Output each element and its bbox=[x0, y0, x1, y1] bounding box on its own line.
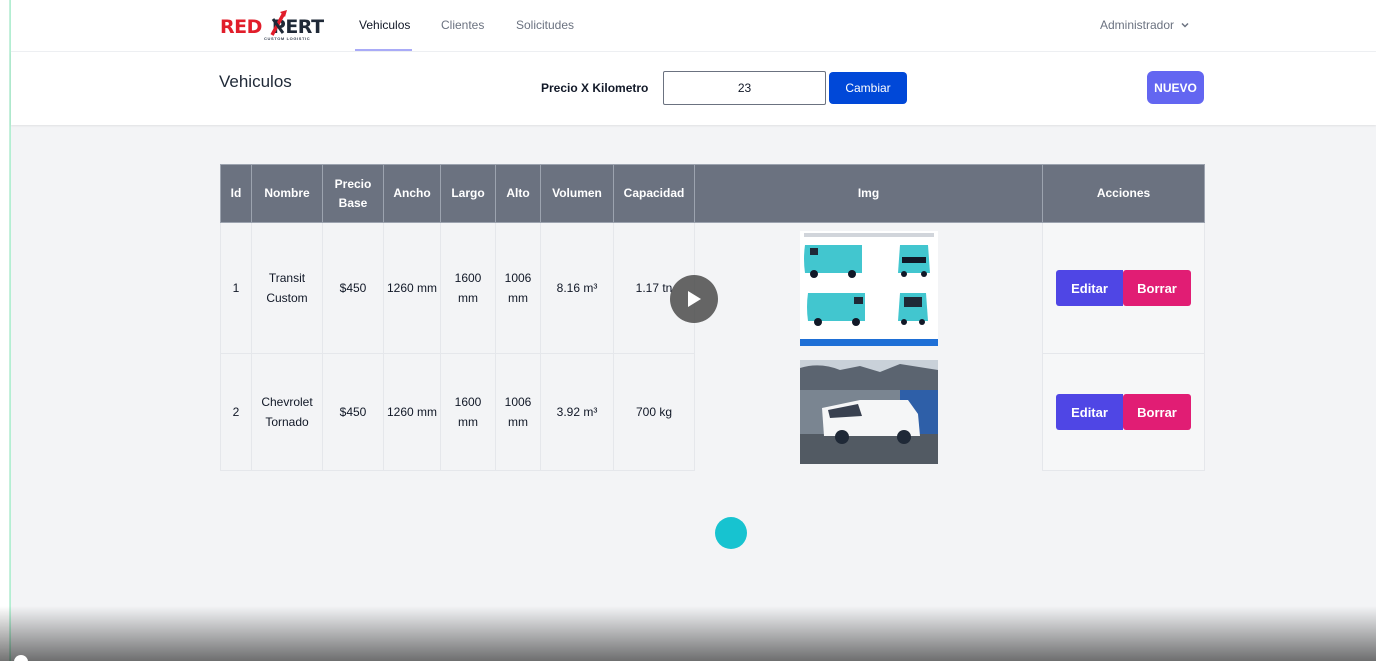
price-per-km-label: Precio X Kilometro bbox=[541, 81, 649, 95]
edit-button[interactable]: Editar bbox=[1056, 270, 1123, 306]
cell-id: 2 bbox=[220, 353, 252, 471]
cursor-indicator bbox=[715, 517, 747, 549]
table-row: 2 Chevrolet Tornado $450 1260 mm 1600 mm… bbox=[220, 353, 1205, 471]
cell-image bbox=[694, 222, 1043, 354]
cell-name: Transit Custom bbox=[251, 222, 323, 354]
user-name: Administrador bbox=[1100, 18, 1175, 32]
cell-volume: 3.92 m³ bbox=[540, 353, 614, 471]
nav-solicitudes[interactable]: Solicitudes bbox=[516, 18, 574, 32]
nav-clientes[interactable]: Clientes bbox=[441, 18, 484, 32]
cell-actions: Editar Borrar bbox=[1042, 353, 1205, 471]
vehicles-table: Id Nombre Precio Base Ancho Largo Alto V… bbox=[220, 164, 1205, 471]
video-controls-overlay bbox=[0, 606, 1376, 661]
brand-logo[interactable]: RED PERT CUSTOM LOGISTIC bbox=[220, 9, 324, 43]
column-header: Nombre bbox=[251, 164, 323, 223]
cell-name: Chevrolet Tornado bbox=[251, 353, 323, 471]
cell-id: 1 bbox=[220, 222, 252, 354]
play-icon bbox=[688, 291, 701, 307]
logo-x-arrow-icon bbox=[270, 10, 287, 36]
nav-vehiculos[interactable]: Vehiculos bbox=[359, 18, 410, 32]
cell-actions: Editar Borrar bbox=[1042, 222, 1205, 354]
cell-capacity: 700 kg bbox=[613, 353, 695, 471]
edit-button[interactable]: Editar bbox=[1056, 394, 1123, 430]
price-per-km-input[interactable] bbox=[663, 71, 826, 105]
column-header: Acciones bbox=[1042, 164, 1205, 223]
video-play-button[interactable] bbox=[670, 275, 718, 323]
column-header: Capacidad bbox=[613, 164, 695, 223]
cell-length: 1600 mm bbox=[440, 353, 496, 471]
table-header-row: Id Nombre Precio Base Ancho Largo Alto V… bbox=[220, 164, 1205, 223]
vehicle-image bbox=[799, 230, 938, 346]
page-header: Vehiculos Precio X Kilometro Cambiar NUE… bbox=[11, 52, 1376, 125]
delete-button[interactable]: Borrar bbox=[1123, 394, 1191, 430]
user-menu[interactable]: Administrador bbox=[1100, 18, 1190, 32]
chevron-down-icon bbox=[1181, 22, 1189, 28]
cell-width: 1260 mm bbox=[383, 222, 441, 354]
vehicle-image bbox=[799, 360, 938, 464]
cell-length: 1600 mm bbox=[440, 222, 496, 354]
cell-price: $450 bbox=[322, 222, 384, 354]
active-tab-underline bbox=[355, 49, 412, 51]
column-header: Img bbox=[694, 164, 1043, 223]
cell-volume: 8.16 m³ bbox=[540, 222, 614, 354]
column-header: Id bbox=[220, 164, 252, 223]
cell-width: 1260 mm bbox=[383, 353, 441, 471]
page-title: Vehiculos bbox=[219, 72, 292, 91]
column-header: Ancho bbox=[383, 164, 441, 223]
column-header: Precio Base bbox=[322, 164, 384, 223]
delete-button[interactable]: Borrar bbox=[1123, 270, 1191, 306]
cell-price: $450 bbox=[322, 353, 384, 471]
top-navbar: RED PERT CUSTOM LOGISTIC Vehiculos Client… bbox=[11, 0, 1376, 52]
column-header: Largo bbox=[440, 164, 496, 223]
cell-image bbox=[694, 353, 1043, 471]
left-edge bbox=[0, 0, 11, 661]
cell-height: 1006 mm bbox=[495, 353, 541, 471]
new-vehicle-button[interactable]: NUEVO bbox=[1147, 71, 1204, 104]
cell-height: 1006 mm bbox=[495, 222, 541, 354]
change-price-button[interactable]: Cambiar bbox=[829, 72, 907, 104]
column-header: Alto bbox=[495, 164, 541, 223]
column-header: Volumen bbox=[540, 164, 614, 223]
